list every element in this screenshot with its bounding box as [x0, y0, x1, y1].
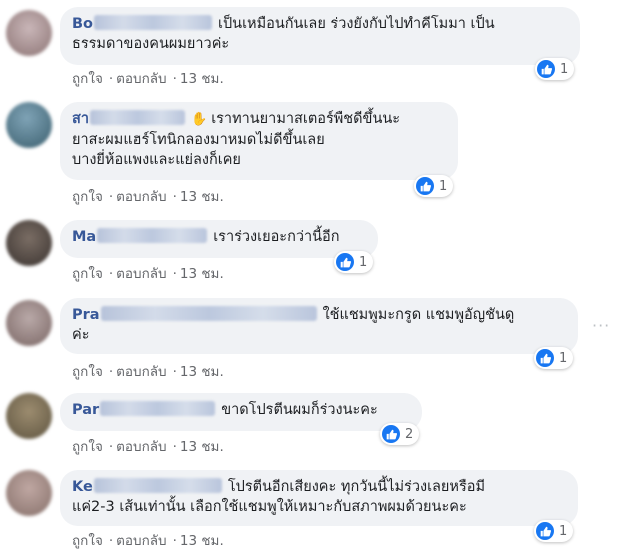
- like-icon: [416, 177, 434, 195]
- blurred-name: [94, 15, 213, 30]
- blurred-name: [100, 306, 317, 321]
- timestamp[interactable]: 13 ชม.: [180, 533, 224, 549]
- commenter-name[interactable]: Par: [72, 402, 99, 418]
- comment-bubble: สา ✋ เราทานยามาสเตอร์พืชดีขึ้นนะ ยาสะผมแฮร…: [60, 102, 458, 180]
- comment-bubble: Ma เราร่วงเยอะกว่านี้อีก: [60, 220, 378, 258]
- comment-text: ขาดโปรตีนผมก็ร่วงนะคะ: [221, 402, 378, 418]
- like-link[interactable]: ถูกใจ: [72, 439, 103, 455]
- comment-bubble: Pra ใช้แชมพูมะกรูด แชมพูอัญชันดู ค่ะ: [60, 298, 578, 354]
- reaction-count[interactable]: 1: [534, 520, 574, 542]
- comment-text: เราทานยามาสเตอร์พืชดีขึ้นนะ: [211, 111, 401, 127]
- avatar[interactable]: [6, 10, 52, 56]
- like-icon: [537, 60, 555, 78]
- avatar[interactable]: [6, 393, 52, 439]
- reaction-count[interactable]: 1: [414, 175, 454, 197]
- comment-bubble: Ke โปรตีนอีกเสียงคะ ทุกวันนี้ไม่ร่วงเลยหร…: [60, 470, 578, 526]
- blurred-name: [100, 401, 216, 416]
- like-icon: [536, 522, 554, 540]
- comment-text: เราร่วงเยอะกว่านี้อีก: [213, 229, 340, 245]
- reply-link[interactable]: ตอบกลับ: [116, 266, 166, 282]
- timestamp[interactable]: 13 ชม.: [180, 189, 224, 205]
- commenter-name[interactable]: Bo: [72, 16, 93, 32]
- like-icon: [536, 349, 554, 367]
- reply-link[interactable]: ตอบกลับ: [116, 533, 166, 549]
- like-icon: [382, 425, 400, 443]
- like-link[interactable]: ถูกใจ: [72, 533, 103, 549]
- avatar[interactable]: [6, 300, 52, 346]
- blurred-name: [93, 478, 222, 493]
- comment-text: ใช้แชมพูมะกรูด แชมพูอัญชันดู: [322, 307, 515, 323]
- comment-actions: ถูกใจ · ตอบกลับ · 13 ชม.: [72, 189, 224, 205]
- comment-text: บางยี่ห้อแพงและแย่ลงก็เคย: [72, 152, 241, 168]
- avatar[interactable]: [6, 220, 52, 266]
- commenter-name[interactable]: Ke: [72, 479, 93, 495]
- comment-text: ค่ะ: [72, 327, 90, 343]
- comment-actions: ถูกใจ · ตอบกลับ · 13 ชม.: [72, 439, 224, 455]
- avatar[interactable]: [6, 102, 52, 148]
- reaction-count[interactable]: 2: [380, 423, 420, 445]
- reply-link[interactable]: ตอบกลับ: [116, 71, 166, 87]
- comment: Pra ใช้แชมพูมะกรูด แชมพูอัญชันดู ค่ะ ··· …: [0, 295, 618, 385]
- commenter-name[interactable]: Ma: [72, 229, 96, 245]
- blurred-name: [90, 110, 185, 125]
- more-options-icon[interactable]: ···: [592, 316, 610, 335]
- comment-actions: ถูกใจ · ตอบกลับ · 13 ชม.: [72, 266, 224, 282]
- comment: สา ✋ เราทานยามาสเตอร์พืชดีขึ้นนะ ยาสะผมแฮร…: [0, 95, 618, 210]
- reaction-count[interactable]: 1: [535, 58, 575, 80]
- comment-text: โปรตีนอีกเสียงคะ ทุกวันนี้ไม่ร่วงเลยหรือ…: [227, 479, 486, 495]
- commenter-name[interactable]: สา: [72, 111, 89, 127]
- like-link[interactable]: ถูกใจ: [72, 189, 103, 205]
- comment: Ma เราร่วงเยอะกว่านี้อีก ถูกใจ · ตอบกลับ · 13…: [0, 215, 618, 295]
- commenter-name[interactable]: Pra: [72, 307, 100, 323]
- comment-text: แค่2-3 เส้นเท่านั้น เลือกใช้แชมพูให้เหมา…: [72, 499, 467, 515]
- comment-actions: ถูกใจ · ตอบกลับ · 13 ชม.: [72, 71, 224, 87]
- like-link[interactable]: ถูกใจ: [72, 266, 103, 282]
- comment: Par ขาดโปรตีนผมก็ร่วงนะคะ ถูกใจ · ตอบกลับ · 1…: [0, 390, 618, 465]
- comment-actions: ถูกใจ · ตอบกลับ · 13 ชม.: [72, 364, 224, 380]
- reply-link[interactable]: ตอบกลับ: [116, 364, 166, 380]
- timestamp[interactable]: 13 ชม.: [180, 439, 224, 455]
- like-link[interactable]: ถูกใจ: [72, 364, 103, 380]
- comment-text: ยาสะผมแฮร์โทนิกลองมาหมดไม่ดีขึ้นเลย: [72, 132, 325, 148]
- comment-text: เป็นเหมือนกันเลย ร่วงยังกับไปทำคีโมมา เป…: [218, 16, 495, 32]
- comment: Bo เป็นเหมือนกันเลย ร่วงยังกับไปทำคีโมมา …: [0, 0, 618, 90]
- comment: Ke โปรตีนอีกเสียงคะ ทุกวันนี้ไม่ร่วงเลยหร…: [0, 465, 618, 549]
- reply-link[interactable]: ตอบกลับ: [116, 439, 166, 455]
- avatar[interactable]: [6, 470, 52, 516]
- timestamp[interactable]: 13 ชม.: [180, 71, 224, 87]
- reaction-count[interactable]: 1: [534, 347, 574, 369]
- like-icon: [336, 253, 354, 271]
- blurred-name: [97, 228, 208, 243]
- hand-icon: ✋: [191, 112, 208, 127]
- reply-link[interactable]: ตอบกลับ: [116, 189, 166, 205]
- comment-bubble: Par ขาดโปรตีนผมก็ร่วงนะคะ: [60, 393, 422, 431]
- comment-text: ธรรมดาของคนผมยาวค่ะ: [72, 36, 230, 52]
- timestamp[interactable]: 13 ชม.: [180, 266, 224, 282]
- timestamp[interactable]: 13 ชม.: [180, 364, 224, 380]
- reaction-count[interactable]: 1: [334, 251, 374, 273]
- comment-bubble: Bo เป็นเหมือนกันเลย ร่วงยังกับไปทำคีโมมา …: [60, 7, 580, 65]
- like-link[interactable]: ถูกใจ: [72, 71, 103, 87]
